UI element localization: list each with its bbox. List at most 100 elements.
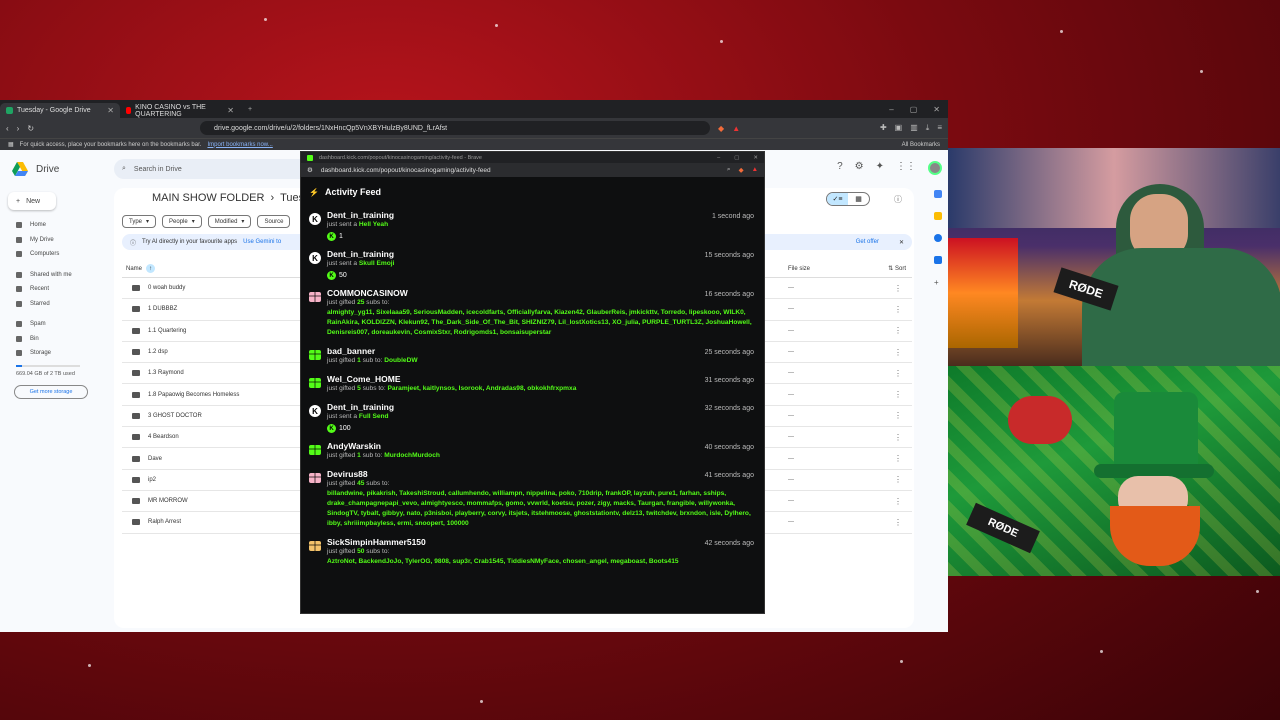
close-icon[interactable]: ✕ xyxy=(227,106,234,115)
more-options-icon[interactable]: ⋮ xyxy=(894,454,902,463)
sidebar-item-recent[interactable]: Recent xyxy=(0,282,110,297)
get-more-storage-button[interactable]: Get more storage xyxy=(14,384,88,399)
filter-people[interactable]: People ▾ xyxy=(162,215,202,228)
list-view-icon[interactable]: ✓≡ xyxy=(827,193,848,205)
folder-icon xyxy=(132,391,140,398)
url-field[interactable]: drive.google.com/drive/u/2/folders/1NxHn… xyxy=(200,121,711,135)
more-options-icon[interactable]: ⋮ xyxy=(894,390,902,399)
tasks-icon[interactable] xyxy=(934,234,942,242)
more-options-icon[interactable]: ⋮ xyxy=(894,369,902,378)
downloads-icon[interactable]: ⤓ xyxy=(926,123,930,133)
info-icon[interactable]: ⓘ xyxy=(894,194,902,205)
drive-favicon-icon xyxy=(6,107,13,114)
minimize-icon[interactable]: – xyxy=(889,105,893,114)
apps-grid-icon[interactable]: ⋮⋮ xyxy=(896,161,916,175)
breadcrumb-root[interactable]: MAIN SHOW FOLDER xyxy=(152,192,264,204)
sort-button[interactable]: ⇅ Sort xyxy=(888,265,906,272)
menu-icon[interactable]: ≡ xyxy=(937,123,942,133)
search-placeholder: Search in Drive xyxy=(133,165,182,173)
get-offer-button[interactable]: Get offer xyxy=(856,239,879,245)
feed-username[interactable]: Dent_in_training xyxy=(327,249,394,259)
feed-username[interactable]: bad_banner xyxy=(327,346,375,356)
gemini-banner-text: Try AI directly in your favourite apps xyxy=(142,239,238,245)
sidebar-item-my-drive[interactable]: My Drive xyxy=(0,233,110,248)
filter-source[interactable]: Source xyxy=(257,215,291,228)
more-options-icon[interactable]: ⋮ xyxy=(894,518,902,527)
folder-icon xyxy=(132,306,140,313)
sidebar-item-shared[interactable]: Shared with me xyxy=(0,268,110,283)
sort-up-arrow-icon[interactable]: ↑ xyxy=(146,264,156,273)
back-icon[interactable]: ‹ xyxy=(6,124,9,133)
gemini-sparkle-icon[interactable]: ✦ xyxy=(876,161,884,175)
sidebar-item-spam[interactable]: Spam xyxy=(0,317,110,332)
close-window-icon[interactable]: ✕ xyxy=(933,105,940,114)
sidebar-item-home[interactable]: Home xyxy=(0,218,110,233)
feed-message: just sent a Hell Yeah xyxy=(327,220,754,230)
sidebar-item-storage[interactable]: Storage xyxy=(0,346,110,361)
feed-username[interactable]: Devirus88 xyxy=(327,469,368,479)
feed-username[interactable]: SickSimpinHammer5150 xyxy=(327,537,426,547)
column-name[interactable]: Name xyxy=(126,266,142,272)
popup-url[interactable]: dashboard.kick.com/popout/kinocasinogami… xyxy=(321,167,491,174)
column-file-size[interactable]: File size xyxy=(788,266,810,272)
sidebar-item-bin[interactable]: Bin xyxy=(0,332,110,347)
filter-type[interactable]: Type ▾ xyxy=(122,215,157,228)
reload-icon[interactable]: ↻ xyxy=(27,124,34,133)
brave-rewards-icon[interactable]: ▲ xyxy=(732,124,740,133)
minimize-icon[interactable]: – xyxy=(717,155,720,161)
tab-google-drive[interactable]: Tuesday - Google Drive ✕ xyxy=(0,103,120,118)
feed-suffix: sub to: xyxy=(362,357,383,364)
add-addon-icon[interactable]: + xyxy=(934,278,942,287)
sidebar-icon[interactable]: ▥ xyxy=(910,123,918,133)
feed-verb: just gifted xyxy=(327,548,356,555)
close-icon[interactable]: ✕ xyxy=(753,155,758,161)
more-options-icon[interactable]: ⋮ xyxy=(894,305,902,314)
forward-icon[interactable]: › xyxy=(17,124,20,133)
more-options-icon[interactable]: ⋮ xyxy=(894,326,902,335)
sparkle xyxy=(88,664,91,667)
tab-youtube[interactable]: KINO CASINO vs THE QUARTERING ✕ xyxy=(120,103,240,118)
feed-username[interactable]: Wel_Come_HOME xyxy=(327,374,401,384)
extensions-icon[interactable]: ✚ xyxy=(880,123,887,133)
drive-search-input[interactable]: ⌕ Search in Drive xyxy=(114,159,314,179)
help-icon[interactable]: ? xyxy=(837,161,843,175)
sidebar-item-starred[interactable]: Starred xyxy=(0,297,110,312)
maximize-icon[interactable]: ▢ xyxy=(734,155,739,161)
feed-username[interactable]: Dent_in_training xyxy=(327,210,394,220)
more-options-icon[interactable]: ⋮ xyxy=(894,497,902,506)
more-options-icon[interactable]: ⋮ xyxy=(894,475,902,484)
site-info-icon[interactable]: ⚙ xyxy=(307,166,313,174)
sparkle xyxy=(720,40,723,43)
zoom-icon[interactable]: ⌕ xyxy=(727,166,731,174)
new-tab-icon[interactable]: + xyxy=(248,106,252,113)
brave-rewards-icon[interactable]: ▲ xyxy=(752,166,758,174)
avatar[interactable] xyxy=(928,161,942,175)
maximize-icon[interactable]: ▢ xyxy=(910,105,918,114)
keep-icon[interactable] xyxy=(934,212,942,220)
gemini-link[interactable]: Use Gemini to xyxy=(243,239,281,245)
close-icon[interactable]: ✕ xyxy=(899,239,904,246)
more-options-icon[interactable]: ⋮ xyxy=(894,284,902,293)
close-icon[interactable]: ✕ xyxy=(107,106,114,115)
grid-view-icon[interactable]: ▦ xyxy=(848,193,869,205)
calendar-icon[interactable] xyxy=(934,190,942,198)
welcome-kino-sign xyxy=(1008,396,1072,444)
contacts-icon[interactable] xyxy=(934,256,942,264)
settings-gear-icon[interactable]: ⚙ xyxy=(855,161,864,175)
more-options-icon[interactable]: ⋮ xyxy=(894,348,902,357)
wallet-icon[interactable]: ▣ xyxy=(895,123,903,133)
feed-username[interactable]: AndyWarskin xyxy=(327,441,381,451)
feed-username[interactable]: Dent_in_training xyxy=(327,402,394,412)
feed-username[interactable]: COMMONCASINOW xyxy=(327,288,408,298)
filter-modified[interactable]: Modified ▾ xyxy=(207,215,252,228)
brave-shield-icon[interactable]: ◆ xyxy=(739,166,744,174)
more-options-icon[interactable]: ⋮ xyxy=(894,433,902,442)
brave-shield-icon[interactable]: ◆ xyxy=(718,124,724,133)
sidebar-item-computers[interactable]: Computers xyxy=(0,247,110,262)
import-bookmarks-link[interactable]: Import bookmarks now... xyxy=(207,142,272,148)
view-toggle[interactable]: ✓≡ ▦ xyxy=(826,192,870,206)
apps-icon[interactable]: ▦ xyxy=(8,141,14,148)
all-bookmarks-button[interactable]: All Bookmarks xyxy=(902,142,940,148)
new-button[interactable]: + New xyxy=(8,192,56,210)
more-options-icon[interactable]: ⋮ xyxy=(894,411,902,420)
